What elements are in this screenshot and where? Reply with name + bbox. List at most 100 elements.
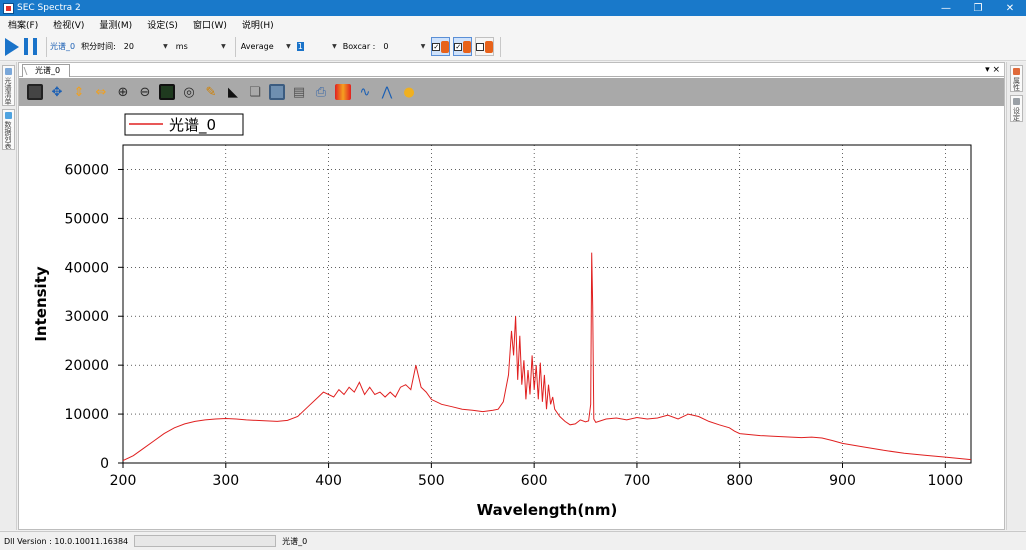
dark-correction-toggle[interactable]: ✓ [431, 37, 451, 56]
dark-correction-icon [441, 40, 450, 53]
x-tick-label: 400 [315, 473, 342, 489]
color-bar-icon[interactable] [333, 82, 353, 102]
nonlinearity-icon [463, 40, 472, 53]
integration-time-input[interactable]: 20 ▼ [122, 39, 168, 55]
plot-toolbar: ✥ ⇕ ⇔ ⊕ ⊖ ◎ ✎ ◣ ❏ ▤ ⎙ ∿ ⋀ ● [19, 78, 1004, 106]
x-tick-label: 1000 [927, 473, 963, 489]
peak-search-icon[interactable]: ∿ [355, 82, 375, 102]
app-icon [3, 2, 14, 14]
x-tick-label: 500 [418, 473, 445, 489]
left-dock-rail: 光谱清单 数据列表 [0, 62, 17, 530]
list-icon [4, 68, 12, 75]
boxcar-label: Boxcar : [342, 42, 376, 51]
toolbar-separator [500, 36, 502, 57]
y-tick-label: 30000 [64, 309, 109, 325]
data-list-label: 数据列表 [4, 121, 12, 149]
average-mode-value: Average [240, 42, 274, 51]
spectrum-chart-svg: 200 300 400 500 600 700 800 900 1000010000200003… [32, 113, 972, 519]
y-axis-title: Intensity [32, 266, 50, 342]
minimize-button[interactable]: — [930, 0, 962, 16]
stray-light-toggle[interactable] [475, 37, 495, 56]
data-list-tab[interactable]: 数据列表 [1, 109, 15, 150]
spin-down-icon[interactable]: ▼ [332, 43, 337, 50]
settings-tab[interactable]: 设定 [1010, 95, 1023, 122]
save-icon[interactable] [267, 82, 287, 102]
cursor-icon[interactable]: ✎ [201, 82, 221, 102]
zoom-in-icon[interactable]: ⊕ [113, 82, 133, 102]
title-bar: SEC Spectra 2 — ❐ ✕ [0, 0, 1026, 16]
menu-measure[interactable]: 量测(M) [97, 18, 134, 31]
x-tick-label: 300 [212, 473, 239, 489]
menu-view[interactable]: 检视(V) [51, 18, 86, 31]
legend-label: 光谱_0 [169, 116, 216, 135]
toolbar-separator [46, 36, 47, 57]
play-icon[interactable] [5, 37, 19, 56]
spin-down-icon[interactable]: ▼ [163, 43, 168, 50]
table-icon[interactable] [25, 82, 45, 102]
vertical-scale-icon[interactable]: ⇕ [69, 82, 89, 102]
y-tick-label: 20000 [64, 358, 109, 374]
y-tick-label: 50000 [64, 211, 109, 227]
menu-window[interactable]: 窗口(W) [191, 18, 229, 31]
spectrum-chart[interactable]: 200 300 400 500 600 700 800 900 1000 0 10000 20000 3… [19, 107, 1004, 529]
copy-icon[interactable]: ❏ [245, 82, 265, 102]
average-count-value: 1 [296, 42, 304, 51]
export-icon[interactable]: ▤ [289, 82, 309, 102]
spectrum-list-label: 光谱清单 [4, 77, 12, 105]
zoom-box-icon[interactable]: ◎ [179, 82, 199, 102]
settings-label: 设定 [1012, 107, 1021, 121]
integration-time-label: 积分时间: [81, 42, 116, 51]
close-button[interactable]: ✕ [994, 0, 1026, 16]
right-dock-rail: 属性 设定 [1006, 62, 1026, 530]
spectrum-document: 光谱_0 ▾ × ✥ ⇕ ⇔ ⊕ ⊖ ◎ ✎ ◣ ❏ ▤ ⎙ ∿ ⋀ ● 200… [18, 62, 1005, 530]
properties-label: 属性 [1012, 77, 1021, 91]
fit-icon[interactable]: ✥ [47, 82, 67, 102]
document-controls[interactable]: ▾ × [985, 63, 1000, 77]
menu-settings[interactable]: 设定(S) [145, 18, 180, 31]
chevron-down-icon[interactable]: ▼ [286, 43, 291, 50]
marker-icon[interactable]: ◣ [223, 82, 243, 102]
x-tick-label: 900 [829, 473, 856, 489]
settings-icon [1013, 98, 1020, 105]
restore-button[interactable]: ❐ [962, 0, 994, 16]
pin-icon[interactable]: ● [399, 82, 419, 102]
trace-icon[interactable]: ⋀ [377, 82, 397, 102]
menu-help[interactable]: 说明(H) [240, 18, 276, 31]
nonlinearity-correction-toggle[interactable]: ✓ [453, 37, 473, 56]
average-mode-select[interactable]: Average ▼ [239, 39, 291, 55]
chevron-down-icon[interactable]: ▼ [221, 43, 226, 50]
active-spectrum-label: 光谱_0 [50, 42, 76, 51]
time-unit-value: ms [175, 42, 188, 51]
window-title: SEC Spectra 2 [17, 3, 81, 13]
properties-icon [1013, 68, 1020, 75]
main-toolbar: 光谱_0 积分时间: 20 ▼ ms ▼ Average ▼ 1 ▼ Boxca… [0, 33, 1026, 61]
plot-frame [122, 144, 972, 464]
crop-icon[interactable] [157, 82, 177, 102]
average-count-input[interactable]: 1 ▼ [296, 39, 337, 55]
tab-spectrum-0[interactable]: 光谱_0 [22, 64, 71, 77]
boxcar-input[interactable]: 0 ▼ [381, 39, 425, 55]
time-unit-select[interactable]: ms ▼ [174, 39, 226, 55]
horizontal-scale-icon[interactable]: ⇔ [91, 82, 111, 102]
x-tick-label: 700 [624, 473, 651, 489]
pause-icon[interactable] [24, 38, 37, 55]
print-icon[interactable]: ⎙ [311, 82, 331, 102]
y-tick-label: 10000 [64, 407, 109, 423]
spectrum-list-tab[interactable]: 光谱清单 [1, 65, 15, 106]
window-controls: — ❐ ✕ [930, 0, 1026, 16]
spin-down-icon[interactable]: ▼ [421, 43, 426, 50]
status-progress-bar [134, 535, 277, 547]
dll-version-text: Dll Version : 10.0.10011.16384 [4, 536, 129, 546]
integration-time-value: 20 [123, 42, 134, 51]
y-tick-label: 40000 [64, 260, 109, 276]
menu-file[interactable]: 档案(F) [6, 18, 40, 31]
y-tick-label: 60000 [64, 162, 109, 178]
grid-icon [4, 112, 12, 119]
zoom-out-icon[interactable]: ⊖ [135, 82, 155, 102]
x-tick-label: 200 [110, 473, 137, 489]
document-tab-bar: 光谱_0 ▾ × [19, 63, 1004, 77]
status-bar: Dll Version : 10.0.10011.16384 光谱_0 [0, 531, 1026, 550]
x-axis-title: Wavelength(nm) [477, 501, 618, 519]
properties-tab[interactable]: 属性 [1010, 65, 1023, 92]
x-tick-label: 800 [726, 473, 753, 489]
